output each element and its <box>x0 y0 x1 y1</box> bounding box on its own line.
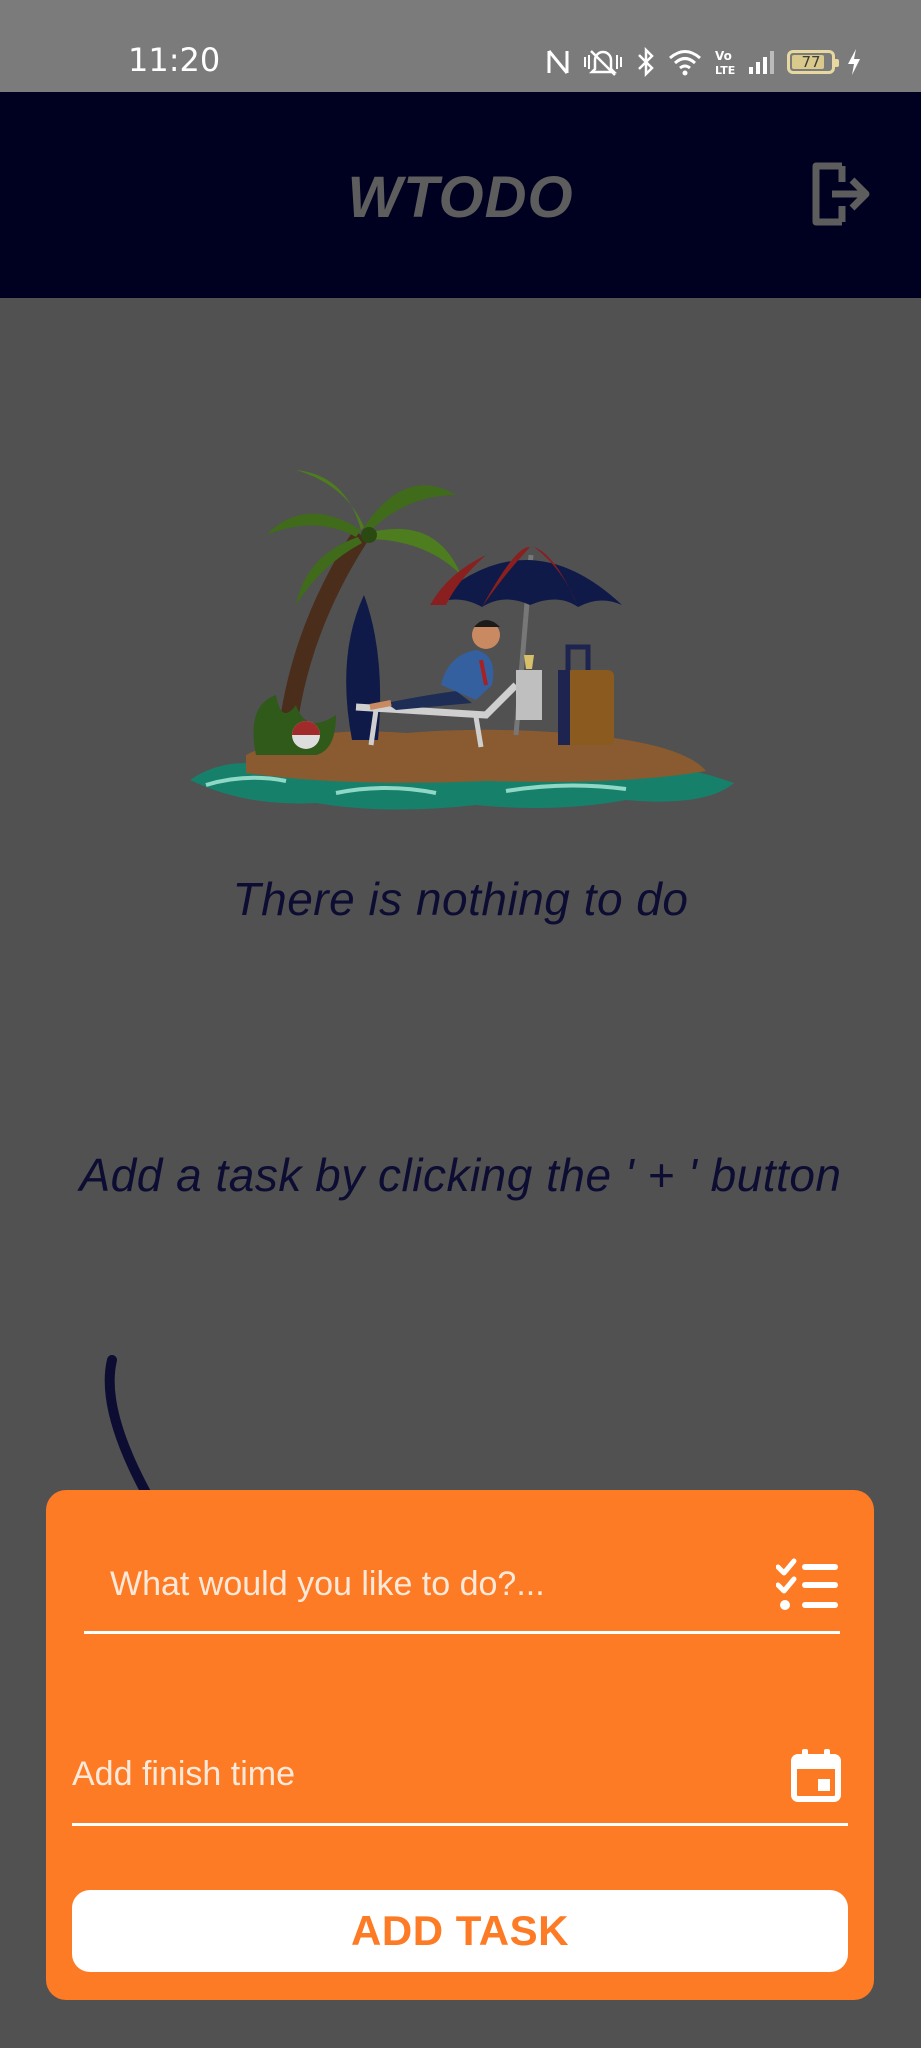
finish-time-placeholder: Add finish time <box>72 1755 295 1793</box>
logout-icon <box>812 162 870 226</box>
add-task-sheet: What would you like to do?... Add finish… <box>46 1490 874 2000</box>
vibrate-icon <box>584 50 622 76</box>
charging-icon <box>848 49 860 75</box>
hint-arrow-icon <box>104 1355 155 1500</box>
volte-icon: Vo LTE <box>715 49 735 77</box>
task-input-placeholder: What would you like to do?... <box>110 1565 545 1603</box>
battery-level: 77 <box>801 53 821 71</box>
status-time: 11:20 <box>128 41 221 79</box>
status-bar: 11:20 Vo LTE 77 <box>0 0 921 92</box>
beach-island-illustration <box>190 470 734 810</box>
nfc-icon <box>547 50 569 74</box>
add-task-button[interactable]: ADD TASK <box>72 1890 848 1972</box>
finish-time-field[interactable]: Add finish time <box>72 1726 848 1826</box>
svg-text:Vo: Vo <box>715 49 732 63</box>
app-title: WTODO <box>347 165 574 230</box>
bluetooth-icon <box>638 47 654 77</box>
checklist-icon <box>776 1553 840 1617</box>
battery-icon: 77 <box>787 50 839 74</box>
svg-text:LTE: LTE <box>715 64 735 77</box>
status-icons: Vo LTE 77 <box>545 44 863 80</box>
empty-state-title: There is nothing to do <box>232 873 689 925</box>
empty-state-hint: Add a task by clicking the ' + ' button <box>79 1149 842 1201</box>
calendar-icon[interactable] <box>784 1743 848 1807</box>
wifi-icon <box>669 50 701 76</box>
logout-button[interactable] <box>808 160 872 228</box>
signal-icon <box>749 51 774 74</box>
app-bar: WTODO <box>0 92 921 298</box>
task-input[interactable]: What would you like to do?... <box>84 1538 840 1634</box>
